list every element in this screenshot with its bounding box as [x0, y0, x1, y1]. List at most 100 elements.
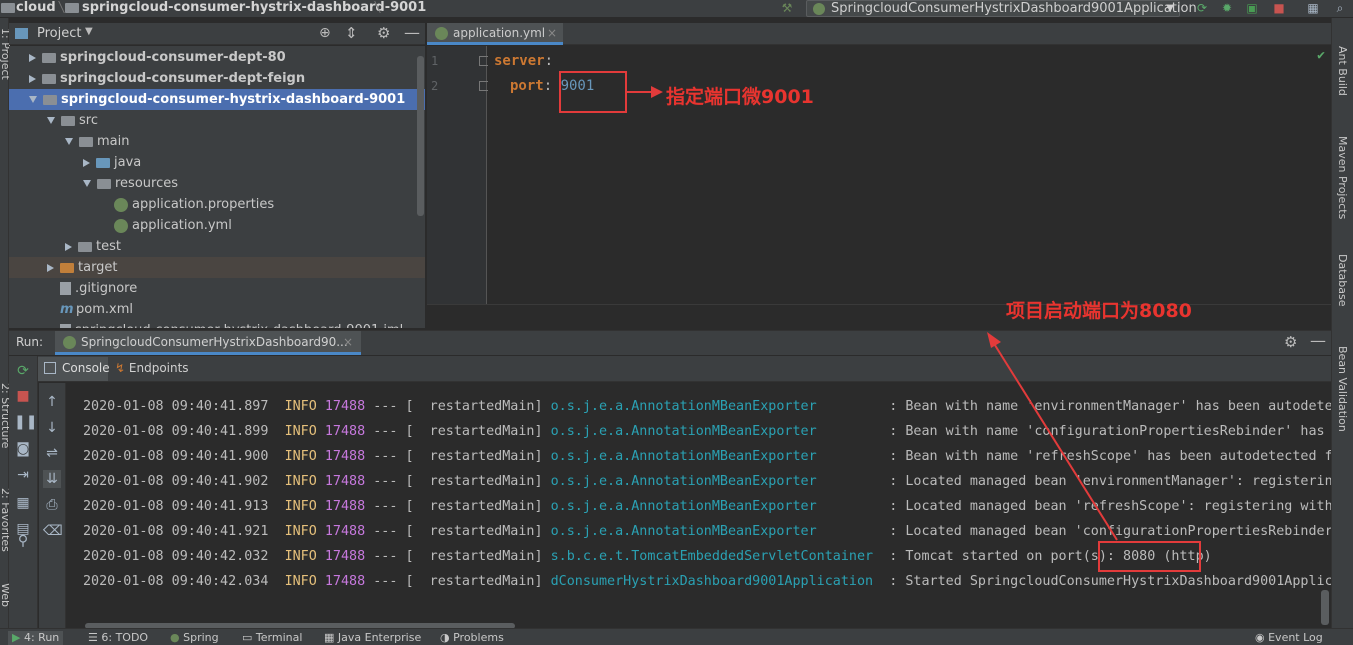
- console-output[interactable]: 2020-01-08 09:40:41.897 INFO 17488 --- […: [67, 383, 1331, 623]
- tab-endpoints[interactable]: ↯ Endpoints: [115, 361, 189, 375]
- tab-console[interactable]: Console: [38, 357, 110, 381]
- tree-item[interactable]: test: [9, 236, 425, 257]
- log-separator: ---: [373, 549, 398, 564]
- rerun-icon[interactable]: ⟳: [14, 362, 32, 380]
- run-configuration-select[interactable]: SpringcloudConsumerHystrixDashboard9001A…: [806, 0, 1197, 17]
- tree-item[interactable]: springcloud-consumer-dept-80: [9, 47, 425, 68]
- tool-tab-event-log[interactable]: ◉ Event Log: [1255, 631, 1323, 645]
- tool-tab-problems[interactable]: ◑ Problems: [440, 631, 504, 645]
- folder-icon: [1, 3, 15, 13]
- console-vertical-scrollbar[interactable]: [1321, 590, 1329, 625]
- gear-icon[interactable]: ⚙: [377, 24, 390, 42]
- tree-item[interactable]: application.yml: [9, 215, 425, 236]
- expanded-arrow-icon[interactable]: [65, 138, 73, 145]
- print-icon[interactable]: ⎙: [43, 496, 61, 514]
- exit-icon[interactable]: ⇥: [14, 466, 32, 484]
- folder-icon: [60, 262, 74, 273]
- console-tab-label: Console: [62, 361, 110, 375]
- minimize-icon[interactable]: —: [404, 23, 420, 42]
- tree-item[interactable]: src: [9, 110, 425, 131]
- tree-item[interactable]: springcloud-consumer-dept-feign: [9, 68, 425, 89]
- pause-icon[interactable]: ❚❚: [14, 413, 37, 431]
- tool-tab-bean-validation[interactable]: Bean Validation: [1336, 346, 1349, 432]
- collapsed-arrow-icon[interactable]: [83, 158, 90, 167]
- log-logger: o.s.j.e.a.AnnotationMBeanExporter: [550, 499, 882, 514]
- log-logger: o.s.j.e.a.AnnotationMBeanExporter: [550, 424, 882, 439]
- tree-item[interactable]: target: [9, 257, 425, 278]
- pin-icon[interactable]: ⚲: [14, 532, 32, 550]
- folder-icon: [42, 73, 56, 84]
- collapse-all-icon[interactable]: ⇕: [345, 24, 358, 42]
- clear-icon[interactable]: ⌫: [43, 522, 63, 540]
- arrow-up-icon[interactable]: ↑: [43, 393, 61, 411]
- expanded-arrow-icon[interactable]: [47, 117, 55, 124]
- tree-item[interactable]: resources: [9, 173, 425, 194]
- expanded-arrow-icon[interactable]: [83, 180, 91, 187]
- tree-item[interactable]: application.properties: [9, 194, 425, 215]
- tool-tab-spring[interactable]: ● Spring: [170, 631, 219, 645]
- gear-icon[interactable]: ⚙: [1284, 333, 1297, 351]
- folder-icon: [96, 157, 110, 168]
- project-view-select[interactable]: Project: [37, 26, 81, 41]
- rerun-icon[interactable]: ⟳: [1195, 1, 1209, 15]
- tree-item-label: test: [96, 239, 121, 254]
- tree-item[interactable]: .gitignore: [9, 278, 425, 299]
- expanded-arrow-icon[interactable]: [29, 96, 37, 103]
- collapsed-arrow-icon[interactable]: [29, 53, 36, 62]
- log-thread: [ restartedMain]: [405, 549, 543, 564]
- coverage-icon[interactable]: ▣: [1245, 1, 1259, 15]
- arrow-down-icon[interactable]: ↓: [43, 419, 61, 437]
- project-structure-icon[interactable]: ▦: [1306, 1, 1320, 15]
- log-pid: 17488: [324, 474, 366, 489]
- tree-item[interactable]: java: [9, 152, 425, 173]
- camera-icon[interactable]: ◙: [14, 440, 32, 458]
- close-icon[interactable]: ×: [343, 331, 353, 354]
- chevron-down-icon: ▼: [1166, 3, 1174, 14]
- collapsed-arrow-icon[interactable]: [47, 263, 54, 272]
- log-level: INFO: [284, 549, 317, 564]
- breadcrumb-root[interactable]: cloud: [16, 0, 56, 18]
- locate-icon[interactable]: ⊕: [319, 25, 331, 41]
- log-timestamp: 2020-01-08 09:40:41.897: [83, 399, 269, 414]
- tree-item[interactable]: springcloud-consumer-hystrix-dashboard-9…: [9, 89, 425, 110]
- scroll-to-end-icon[interactable]: ⇊: [43, 470, 61, 488]
- run-tab[interactable]: SpringcloudConsumerHystrixDashboard90...…: [55, 331, 361, 355]
- tool-tab-java-enterprise[interactable]: ▦ Java Enterprise: [324, 631, 421, 645]
- close-icon[interactable]: ×: [547, 23, 557, 43]
- tool-tab-run[interactable]: ▶ 4: Run: [8, 631, 64, 645]
- tool-tab-todo[interactable]: ☰ 6: TODO: [88, 631, 148, 645]
- debug-icon[interactable]: ✹: [1220, 1, 1234, 15]
- tree-item-label: java: [114, 155, 142, 170]
- tool-tab-spring-label: Spring: [183, 631, 219, 644]
- inspection-ok-icon: ✔: [1317, 48, 1325, 63]
- editor-gutter: 1 2: [427, 46, 489, 304]
- code-line-1: server:: [494, 49, 553, 73]
- log-pid: 17488: [324, 549, 366, 564]
- terminal-icon: ▭: [242, 631, 253, 644]
- tool-tab-database[interactable]: Database: [1336, 254, 1349, 307]
- editor-tab-application-yml[interactable]: application.yml ×: [427, 23, 563, 45]
- stop-icon[interactable]: ■: [1272, 1, 1286, 15]
- chevron-down-icon[interactable]: ▼: [85, 26, 93, 37]
- tool-tab-ant-build[interactable]: Ant Build: [1336, 46, 1349, 96]
- run-icon: ▶: [12, 631, 21, 644]
- minimize-icon[interactable]: —: [1310, 331, 1326, 350]
- stop-icon[interactable]: ■: [14, 387, 32, 405]
- log-timestamp: 2020-01-08 09:40:42.034: [83, 574, 269, 589]
- collapsed-arrow-icon[interactable]: [29, 74, 36, 83]
- tree-item[interactable]: springcloud-consumer-hystrix-dashboard-9…: [9, 320, 425, 328]
- tree-item-label: main: [97, 134, 130, 149]
- log-timestamp: 2020-01-08 09:40:41.899: [83, 424, 269, 439]
- tool-tab-maven-projects[interactable]: Maven Projects: [1336, 136, 1349, 219]
- spring-leaf-icon: ●: [170, 631, 180, 644]
- tool-window-bar: ▶ 4: Run ☰ 6: TODO ● Spring ▭ Terminal ▦…: [0, 628, 1353, 645]
- search-icon[interactable]: ⌕: [1333, 1, 1347, 15]
- collapsed-arrow-icon[interactable]: [65, 242, 72, 251]
- tree-item[interactable]: main: [9, 131, 425, 152]
- tool-tab-terminal[interactable]: ▭ Terminal: [242, 631, 302, 645]
- build-hammer-icon[interactable]: ⚒: [780, 1, 794, 15]
- tree-item[interactable]: m pom.xml: [9, 299, 425, 320]
- tree-scrollbar[interactable]: [417, 56, 424, 216]
- soft-wrap-icon[interactable]: ⇌: [43, 444, 61, 462]
- layout-icon[interactable]: ▦: [14, 494, 32, 512]
